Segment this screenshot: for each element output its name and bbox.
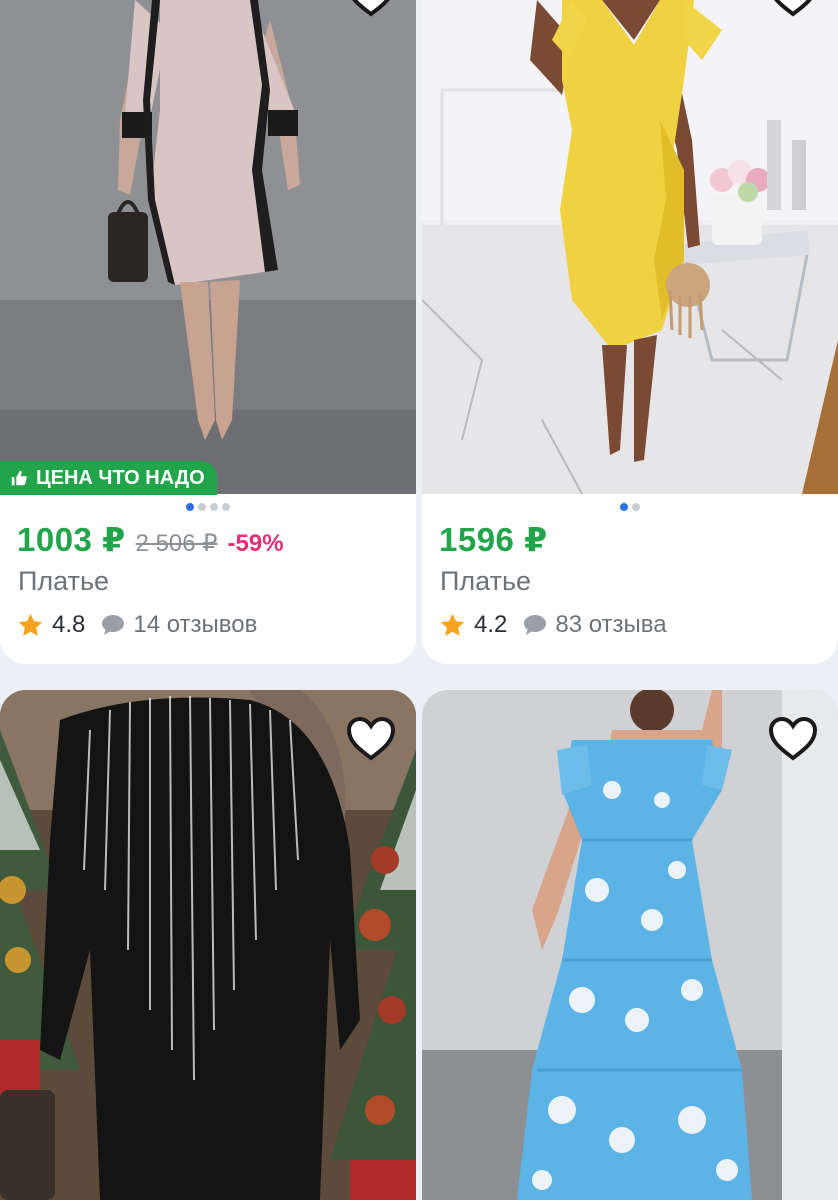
price: 1003 ₽ <box>17 521 126 558</box>
reviews-count[interactable]: 83 отзыва <box>555 611 666 639</box>
product-photo[interactable] <box>0 0 416 494</box>
image-pagination <box>186 503 230 511</box>
promo-badge: ЦЕНА ЧТО НАДО <box>0 461 217 495</box>
promo-badge-label: ЦЕНА ЧТО НАДО <box>36 467 205 489</box>
thumbs-up-icon <box>11 470 27 486</box>
pagination-dot <box>222 503 230 511</box>
favorite-button[interactable] <box>768 0 818 18</box>
discount-badge: -59% <box>227 530 284 557</box>
product-card[interactable] <box>422 690 838 1200</box>
pagination-dot <box>210 503 218 511</box>
product-photo[interactable] <box>422 0 838 494</box>
heart-outline-icon <box>346 716 396 761</box>
old-price: 2 506 ₽ <box>135 530 218 557</box>
price-row: 1596 ₽ <box>439 520 548 559</box>
favorite-button[interactable] <box>346 0 396 18</box>
heart-outline-icon <box>352 0 390 17</box>
product-card[interactable]: 1596 ₽ Платье 4.2 83 отзыва <box>422 0 838 664</box>
product-card[interactable] <box>0 690 416 1200</box>
rating-value: 4.8 <box>52 611 86 638</box>
price: 1596 ₽ <box>439 521 548 558</box>
product-photo[interactable] <box>0 690 416 1200</box>
product-title[interactable]: Платье <box>440 566 531 597</box>
rating-row: 4.2 83 отзыва <box>439 611 667 639</box>
pagination-dot <box>620 503 628 511</box>
star-icon <box>440 613 465 636</box>
rating-row: 4.8 14 отзывов <box>17 611 257 639</box>
speech-bubble-icon <box>524 615 547 635</box>
product-title[interactable]: Платье <box>18 566 109 597</box>
product-photo[interactable] <box>422 690 838 1200</box>
pagination-dot <box>632 503 640 511</box>
product-grid: ЦЕНА ЧТО НАДО 1003 ₽ 2 506 ₽ -59% Платье… <box>0 0 838 1200</box>
heart-outline-icon <box>774 0 812 17</box>
heart-outline-icon <box>768 716 818 761</box>
reviews-count[interactable]: 14 отзывов <box>133 611 257 639</box>
pagination-dot <box>186 503 194 511</box>
pagination-dot <box>198 503 206 511</box>
product-card[interactable]: ЦЕНА ЧТО НАДО 1003 ₽ 2 506 ₽ -59% Платье… <box>0 0 416 664</box>
speech-bubble-icon <box>102 615 125 635</box>
rating-value: 4.2 <box>474 611 508 638</box>
price-row: 1003 ₽ 2 506 ₽ -59% <box>17 520 284 559</box>
star-icon <box>18 613 43 636</box>
favorite-button[interactable] <box>346 716 396 762</box>
image-pagination <box>620 503 640 511</box>
favorite-button[interactable] <box>768 716 818 762</box>
